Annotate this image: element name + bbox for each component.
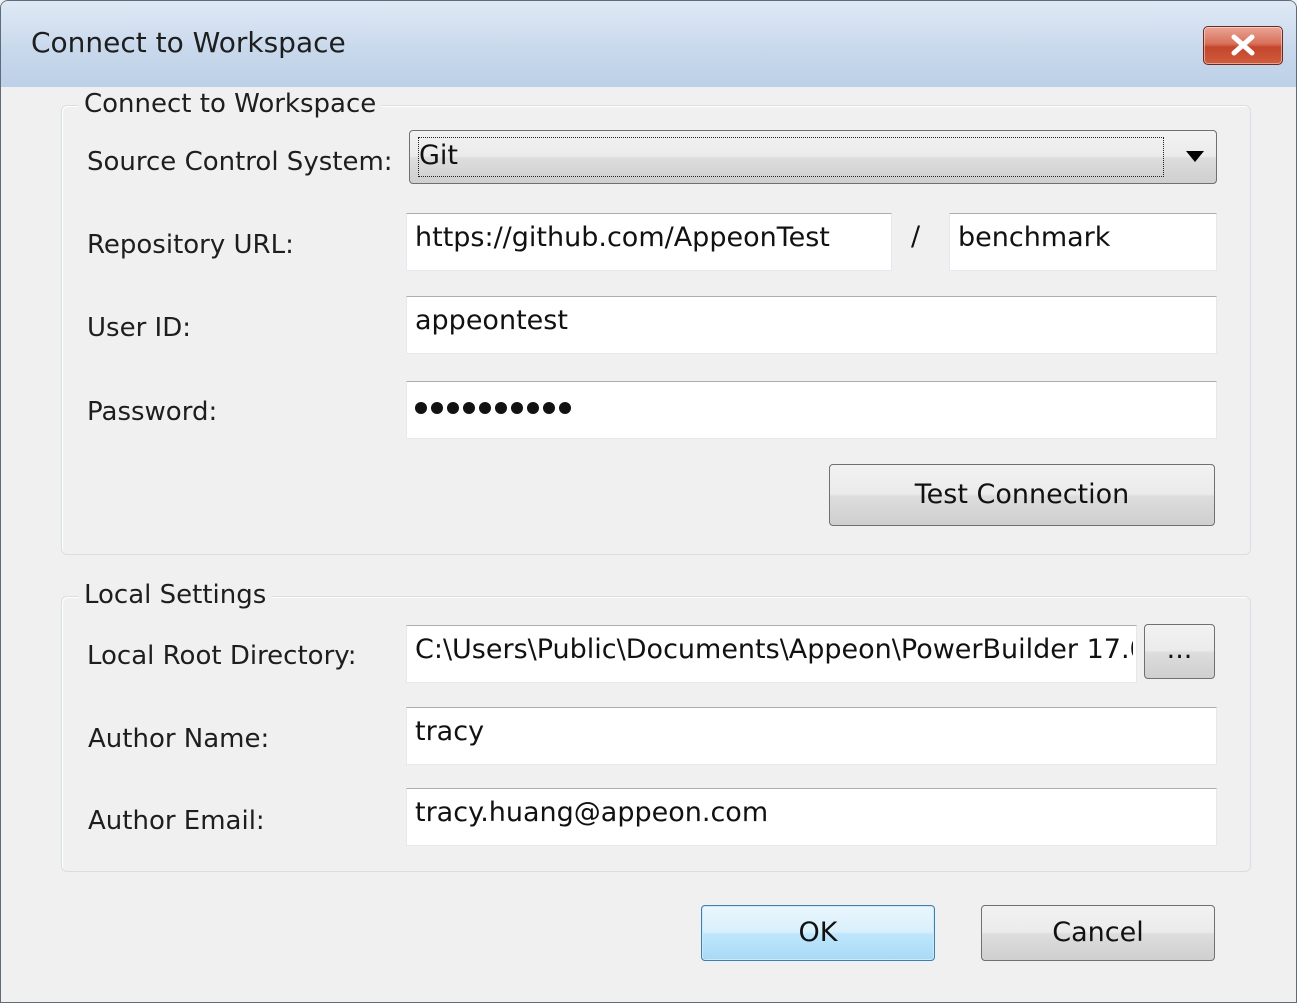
password-dot: [511, 402, 523, 414]
repository-url-label: Repository URL:: [87, 230, 294, 260]
window-title: Connect to Workspace: [31, 26, 346, 59]
author-email-field[interactable]: tracy.huang@appeon.com: [406, 788, 1217, 846]
focus-rectangle: [418, 137, 1164, 177]
test-connection-label: Test Connection: [914, 479, 1130, 510]
password-dot: [495, 402, 507, 414]
author-email-value: tracy.huang@appeon.com: [415, 797, 769, 828]
password-dot: [463, 402, 475, 414]
password-dot: [479, 402, 491, 414]
password-mask: [415, 398, 571, 418]
repository-name-field[interactable]: benchmark: [949, 213, 1217, 271]
cancel-label: Cancel: [1052, 917, 1144, 948]
source-control-select[interactable]: Git: [409, 130, 1217, 184]
source-control-value: Git: [419, 140, 459, 171]
user-id-field[interactable]: appeontest: [406, 296, 1217, 354]
author-name-field[interactable]: tracy: [406, 707, 1217, 765]
repository-name-value: benchmark: [958, 222, 1111, 253]
dialog-window: Connect to Workspace Connect to Workspac…: [0, 0, 1297, 1003]
password-dot: [527, 402, 539, 414]
password-dot: [447, 402, 459, 414]
close-icon: [1231, 34, 1255, 56]
password-field[interactable]: [406, 381, 1217, 439]
user-id-value: appeontest: [415, 305, 568, 336]
author-name-value: tracy: [415, 716, 485, 747]
password-label: Password:: [87, 397, 218, 427]
source-control-label: Source Control System:: [87, 147, 393, 177]
browse-button[interactable]: ...: [1144, 624, 1215, 679]
chevron-down-icon: [1186, 151, 1204, 162]
repository-base-url-value: https://github.com/AppeonTest: [415, 222, 830, 253]
repository-base-url-field[interactable]: https://github.com/AppeonTest: [406, 213, 892, 271]
ok-label: OK: [798, 917, 838, 948]
author-name-label: Author Name:: [88, 724, 270, 754]
title-bar[interactable]: Connect to Workspace: [1, 1, 1296, 87]
local-root-directory-label: Local Root Directory:: [87, 641, 357, 671]
ok-button[interactable]: OK: [701, 905, 935, 961]
close-button[interactable]: [1203, 26, 1283, 65]
password-dot: [431, 402, 443, 414]
local-root-directory-value: C:\Users\Public\Documents\Appeon\PowerBu…: [415, 634, 1133, 665]
user-id-label: User ID:: [87, 313, 191, 343]
browse-label: ...: [1166, 634, 1193, 665]
author-email-label: Author Email:: [88, 806, 265, 836]
workspace-group-title: Connect to Workspace: [78, 87, 383, 121]
password-dot: [415, 402, 427, 414]
password-dot: [543, 402, 555, 414]
dialog-body: Connect to Workspace Source Control Syst…: [11, 87, 1286, 1002]
test-connection-button[interactable]: Test Connection: [829, 464, 1215, 526]
local-settings-group-title: Local Settings: [78, 578, 273, 612]
password-dot: [559, 402, 571, 414]
url-separator: /: [911, 221, 921, 252]
local-root-directory-field[interactable]: C:\Users\Public\Documents\Appeon\PowerBu…: [406, 625, 1137, 683]
cancel-button[interactable]: Cancel: [981, 905, 1215, 961]
